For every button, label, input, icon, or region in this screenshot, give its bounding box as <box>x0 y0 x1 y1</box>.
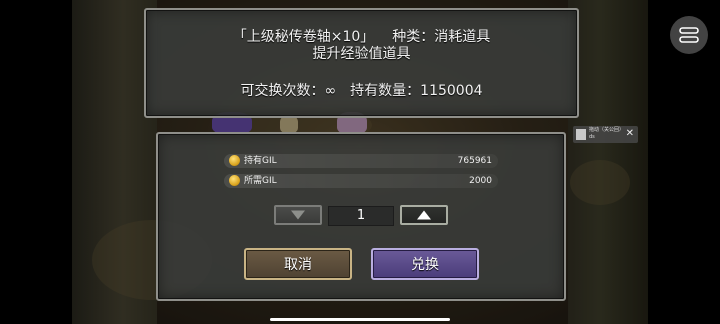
ad-text: 拖动（关公回）ds <box>589 127 625 140</box>
menu-icon <box>679 27 699 43</box>
exchange-count: 可交换次数：∞ <box>240 83 337 99</box>
item-count-line: 可交换次数：∞ 持有数量：1150004 <box>146 80 577 100</box>
triangle-up-icon <box>417 210 431 220</box>
held-gil-value: 765961 <box>457 156 492 166</box>
increase-quantity-button[interactable] <box>400 205 448 225</box>
ad-thumbnail <box>576 129 586 140</box>
item-info-panel: 「上级秘传卷轴×10」 种类：消耗道具 提升经验值道具 可交换次数：∞ 持有数量：1… <box>144 8 579 118</box>
menu-button[interactable] <box>670 16 708 54</box>
quantity-value: 1 <box>356 208 366 223</box>
exchange-panel: 持有GIL 765961 所需GIL 2000 1 取消 兑换 <box>156 132 566 301</box>
required-gil-label: 所需GIL <box>244 176 277 186</box>
exchange-button[interactable]: 兑换 <box>371 248 479 280</box>
quantity-field[interactable]: 1 <box>328 206 394 226</box>
required-gil-value: 2000 <box>469 176 492 186</box>
cancel-button[interactable]: 取消 <box>244 248 352 280</box>
item-effect: 提升经验值道具 <box>312 46 411 62</box>
gil-coin-icon <box>229 155 240 166</box>
held-gil-label: 持有GIL <box>244 156 277 166</box>
required-gil-row: 所需GIL 2000 <box>224 174 498 188</box>
gil-coin-icon <box>229 175 240 186</box>
close-icon[interactable]: ✕ <box>626 128 634 140</box>
held-gil-row: 持有GIL 765961 <box>224 154 498 168</box>
floating-ad-tag[interactable]: 拖动（关公回）ds ✕ <box>573 126 638 143</box>
decrease-quantity-button[interactable] <box>274 205 322 225</box>
home-indicator[interactable] <box>270 318 450 321</box>
held-count: 持有数量：1150004 <box>350 83 483 99</box>
triangle-down-icon <box>291 210 305 220</box>
